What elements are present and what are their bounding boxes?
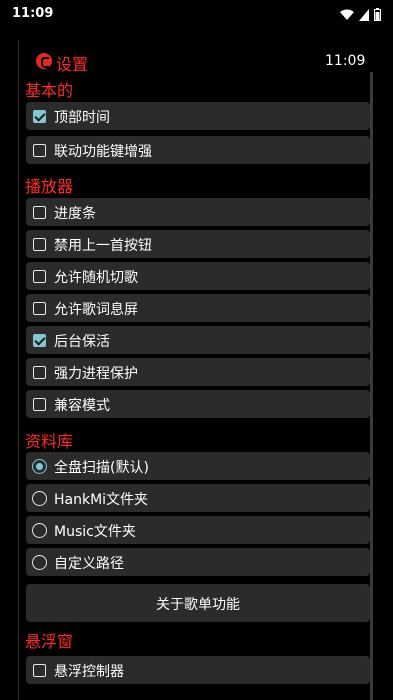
radio-music-folder[interactable]: Music文件夹 [26,516,370,544]
signal-icon [359,6,369,25]
toggle-process-protection[interactable]: 强力进程保护 [26,358,370,386]
status-icons [340,6,381,25]
checkbox-icon[interactable] [33,664,46,677]
toggle-label: 禁用上一首按钮 [54,238,152,254]
toggle-float-controller[interactable]: 悬浮控制器 [26,656,370,684]
toggle-shuffle[interactable]: 允许随机切歌 [26,262,370,290]
status-time: 11:09 [12,6,54,21]
wifi-icon [340,6,354,25]
radio-selected-icon[interactable] [32,459,47,474]
toggle-label: 进度条 [54,206,96,222]
checkbox-checked-icon[interactable] [33,110,46,123]
status-bar: 11:09 [0,0,393,30]
checkbox-icon[interactable] [33,206,46,219]
app-logo-icon [36,53,52,69]
checkbox-icon[interactable] [33,398,46,411]
about-playlist-label: 关于歌单功能 [156,597,240,613]
toggle-progress-bar[interactable]: 进度条 [26,198,370,226]
toggle-linked-keys[interactable]: 联动功能键增强 [26,136,370,164]
radio-full-scan[interactable]: 全盘扫描(默认) [26,452,370,480]
radio-custom-path[interactable]: 自定义路径 [26,548,370,576]
section-player-title: 播放器 [25,177,74,196]
toggle-top-time[interactable]: 顶部时间 [26,102,370,130]
radio-icon[interactable] [32,523,47,538]
toggle-label: 强力进程保护 [54,366,138,382]
scrollbar[interactable] [370,72,373,700]
toggle-disable-prev[interactable]: 禁用上一首按钮 [26,230,370,258]
toggle-label: 顶部时间 [54,110,110,126]
toggle-lyrics-screen-off[interactable]: 允许歌词息屏 [26,294,370,322]
radio-icon[interactable] [32,555,47,570]
page-title: 设置 [56,55,89,74]
section-float-title: 悬浮窗 [25,632,74,651]
radio-hankmi-folder[interactable]: HankMi文件夹 [26,484,370,512]
toggle-label: 允许随机切歌 [54,270,138,286]
radio-label: 自定义路径 [54,556,124,572]
radio-label: Music文件夹 [54,524,136,540]
panel-edge [18,40,19,700]
toggle-compat-mode[interactable]: 兼容模式 [26,390,370,418]
toggle-label: 联动功能键增强 [54,144,152,160]
about-playlist-button[interactable]: 关于歌单功能 [26,584,370,622]
toggle-label: 悬浮控制器 [54,664,124,680]
toggle-label: 允许歌词息屏 [54,302,138,318]
checkbox-icon[interactable] [33,302,46,315]
checkbox-icon[interactable] [33,144,46,157]
toggle-background-keepalive[interactable]: 后台保活 [26,326,370,354]
checkbox-checked-icon[interactable] [33,334,46,347]
toggle-label: 兼容模式 [54,398,110,414]
radio-label: 全盘扫描(默认) [54,460,149,476]
checkbox-icon[interactable] [33,366,46,379]
checkbox-icon[interactable] [33,270,46,283]
section-library-title: 资料库 [25,432,74,451]
radio-label: HankMi文件夹 [54,492,149,508]
checkbox-icon[interactable] [33,238,46,251]
header-clock: 11:09 [325,53,366,69]
battery-icon [374,6,381,25]
radio-icon[interactable] [32,491,47,506]
section-basic-title: 基本的 [25,81,74,100]
toggle-label: 后台保活 [54,334,110,350]
